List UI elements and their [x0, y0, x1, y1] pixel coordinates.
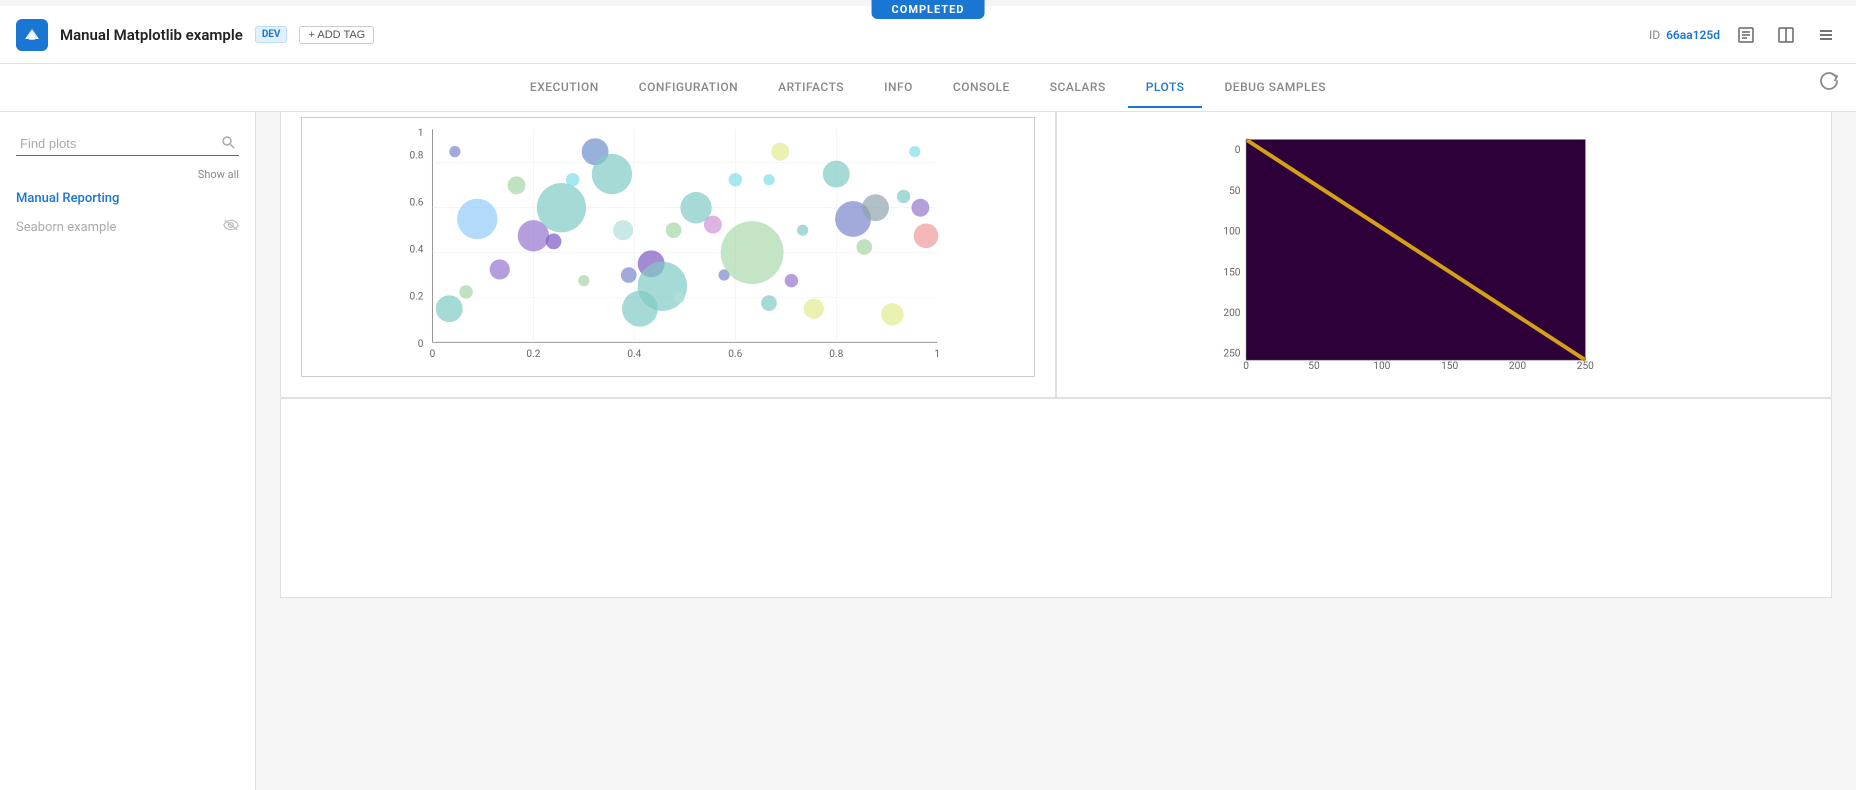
id-value: 66aa125d [1666, 28, 1720, 42]
show-all-row: Show all [0, 164, 255, 185]
menu-icon-button[interactable] [1812, 21, 1840, 49]
sidebar-item-manual-reporting[interactable]: Manual Reporting [0, 185, 255, 212]
svg-text:100: 100 [1373, 361, 1390, 372]
svg-text:0: 0 [418, 339, 424, 350]
bubble-plot-card: Just a plot - Iteration 0 0 0.2 0.4 0.6 … [280, 69, 1056, 398]
tab-execution[interactable]: EXECUTION [512, 68, 617, 108]
plots-grid: Just a plot - Iteration 0 0 0.2 0.4 0.6 … [280, 69, 1832, 598]
tab-info[interactable]: INFO [866, 68, 931, 108]
id-badge: ID 66aa125d [1649, 28, 1720, 42]
svg-text:0.8: 0.8 [409, 150, 423, 161]
tab-debug-samples[interactable]: DEBUG SAMPLES [1206, 68, 1344, 108]
svg-text:0: 0 [1243, 361, 1249, 372]
image-plot-card: Manual Reporting/Image plot - Iteration … [1056, 69, 1832, 398]
sidebar-item-label: Seaborn example [16, 220, 116, 235]
svg-text:200: 200 [1509, 361, 1526, 372]
show-all-link[interactable]: Show all [198, 168, 239, 181]
app-title: Manual Matplotlib example [60, 26, 243, 44]
sidebar-item-seaborn-example[interactable]: Seaborn example [0, 212, 255, 242]
tab-artifacts[interactable]: ARTIFACTS [760, 68, 862, 108]
svg-text:0.6: 0.6 [728, 349, 742, 360]
notes-icon-button[interactable] [1732, 21, 1760, 49]
svg-text:0.2: 0.2 [526, 349, 540, 360]
svg-text:0.4: 0.4 [409, 245, 423, 256]
svg-text:0: 0 [1235, 145, 1241, 156]
svg-text:150: 150 [1441, 361, 1458, 372]
svg-text:0: 0 [430, 349, 436, 360]
svg-text:200: 200 [1223, 308, 1240, 319]
svg-text:0.2: 0.2 [409, 292, 423, 303]
svg-text:250: 250 [1577, 361, 1594, 372]
svg-text:50: 50 [1308, 361, 1320, 372]
header-left: Manual Matplotlib example DEV + ADD TAG [16, 19, 1649, 51]
svg-text:100: 100 [1223, 227, 1240, 238]
svg-text:150: 150 [1223, 267, 1240, 278]
svg-text:0.4: 0.4 [627, 349, 641, 360]
search-input[interactable] [16, 132, 239, 156]
sidebar: Show all Manual Reporting Seaborn exampl… [0, 112, 256, 790]
add-tag-label: + ADD TAG [308, 29, 365, 41]
tab-console[interactable]: CONSOLE [935, 68, 1028, 108]
dev-badge: DEV [255, 26, 288, 43]
add-tag-button[interactable]: + ADD TAG [299, 26, 374, 44]
nav-tabs: EXECUTION CONFIGURATION ARTIFACTS INFO C… [0, 64, 1856, 112]
svg-text:1: 1 [418, 128, 424, 139]
refresh-button[interactable] [1818, 70, 1840, 97]
bubble-chart: 0 0.2 0.4 0.6 0.8 1 0 0.2 0.4 0.6 0.8 1 [301, 117, 1035, 377]
tab-configuration[interactable]: CONFIGURATION [621, 68, 756, 108]
svg-text:250: 250 [1223, 349, 1240, 360]
search-container [0, 124, 255, 164]
completed-badge: COMPLETED [872, 0, 985, 19]
app-icon [16, 19, 48, 51]
svg-text:50: 50 [1229, 186, 1241, 197]
id-label: ID [1649, 28, 1660, 42]
split-view-icon-button[interactable] [1772, 21, 1800, 49]
svg-text:1: 1 [934, 349, 940, 360]
svg-text:0.8: 0.8 [829, 349, 843, 360]
empty-section [280, 398, 1832, 598]
tab-scalars[interactable]: SCALARS [1032, 68, 1124, 108]
image-plot: 0 50 100 150 200 250 0 50 100 150 200 25… [1077, 117, 1811, 377]
search-icon [221, 135, 235, 153]
eye-slash-icon [223, 218, 239, 236]
header-right: ID 66aa125d [1649, 21, 1840, 49]
tab-plots[interactable]: PLOTS [1128, 68, 1203, 108]
svg-text:0.6: 0.6 [409, 197, 423, 208]
